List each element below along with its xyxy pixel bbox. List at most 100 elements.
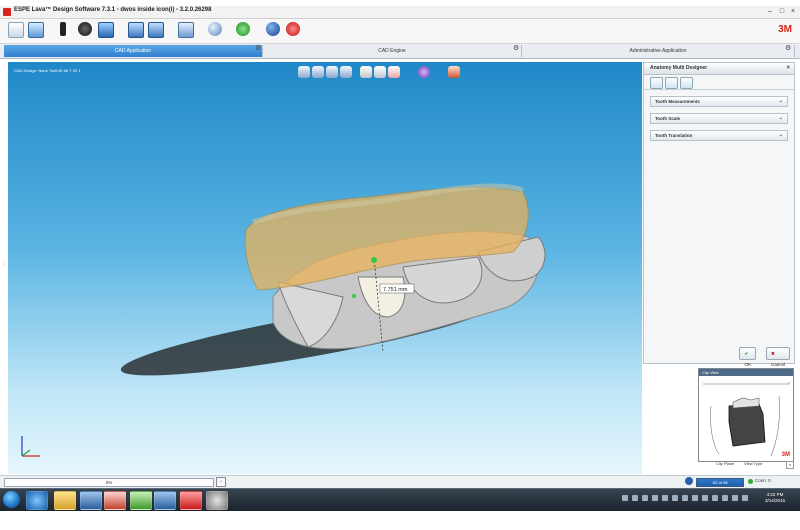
window-title: ESPE Lava™ Design Software 7.3.1 - dwos … [14, 7, 212, 13]
progress-bar: 0% [4, 478, 214, 487]
stop-icon[interactable] [286, 22, 300, 36]
memory-bar: 3G of 85 [696, 478, 744, 487]
connection-status-icon [748, 479, 753, 484]
app-icon [3, 8, 11, 16]
tab-label: CAD Engine [378, 48, 406, 54]
ok-label: OK [744, 362, 751, 367]
section-label: Tooth Translation [655, 133, 693, 138]
refresh-icon[interactable] [236, 22, 250, 36]
tray-icon[interactable] [742, 495, 748, 501]
tray-icon[interactable] [622, 495, 628, 501]
taskbar-folder-icon[interactable] [54, 491, 76, 510]
tab-gear-icon[interactable]: ⚙ [785, 45, 793, 53]
anatomy-tab-icon[interactable] [650, 77, 663, 89]
check-icon: ✔ [744, 351, 749, 356]
monitor-icon[interactable] [98, 22, 114, 38]
tray-icon[interactable] [682, 495, 688, 501]
tab-label: Administrative Application [629, 48, 687, 54]
disc-icon[interactable] [78, 22, 92, 36]
view-type-label[interactable]: View Type [744, 461, 762, 466]
clip-brand-logo: 3M [781, 452, 790, 458]
section-label: Tooth Scale [655, 116, 681, 121]
open-icon[interactable] [28, 22, 44, 38]
tray-icon[interactable] [722, 495, 728, 501]
section-tooth-measurements[interactable]: Tooth Measurements ⌄ [650, 96, 788, 107]
chevron-down-icon: ⌄ [778, 132, 783, 138]
workflow-tabs: CAD Application ⚙ CAD Engine ⚙ Administr… [0, 44, 800, 59]
morph-tab-icon[interactable] [665, 77, 678, 89]
tray-icon[interactable] [652, 495, 658, 501]
dental-model[interactable]: 7.751 mm [8, 62, 642, 474]
tray-icon[interactable] [702, 495, 708, 501]
measurement-point-top[interactable] [371, 257, 377, 263]
clip-plane-label[interactable]: Clip Plane [716, 461, 734, 466]
clip-view-window[interactable]: Clip View 3M [698, 368, 794, 462]
panel-close-button[interactable]: × [786, 63, 790, 74]
screen-icon[interactable] [178, 22, 194, 38]
taskbar-app-red-icon[interactable] [104, 491, 126, 510]
tab-label: CAD Application [114, 48, 152, 54]
status-toggle-icon[interactable]: ▫ [216, 477, 226, 487]
tab-cad-engine[interactable]: CAD Engine [263, 45, 522, 57]
tray-icon[interactable] [692, 495, 698, 501]
cancel-label: Cancel [770, 362, 785, 367]
scanner-icon[interactable] [60, 22, 66, 36]
brand-logo: 3M [778, 24, 792, 35]
bottom-border [0, 511, 800, 530]
chevron-down-icon: ⌄ [778, 98, 783, 104]
edit-icon[interactable] [8, 22, 24, 38]
start-button-icon[interactable] [3, 491, 20, 508]
taskbar-app-gray-icon[interactable] [206, 491, 228, 510]
axis-gizmo [21, 436, 40, 457]
measurement-point-side[interactable] [352, 294, 356, 298]
panel-header: Anatomy Multi Designer × [644, 63, 794, 75]
panel-title: Anatomy Multi Designer [650, 65, 708, 71]
progress-text: 0% [105, 480, 113, 485]
tray-icon[interactable] [672, 495, 678, 501]
clip-view-close-button[interactable]: x [786, 461, 794, 469]
cancel-icon: ✖ [770, 351, 775, 356]
maximize-button[interactable]: □ [777, 7, 787, 16]
section-tooth-scale[interactable]: Tooth Scale ⌄ [650, 113, 788, 124]
tray-icon[interactable] [662, 495, 668, 501]
chevron-down-icon: ⌄ [778, 115, 783, 121]
tray-icon[interactable] [732, 495, 738, 501]
anatomy-panel: Anatomy Multi Designer × Tooth Measureme… [643, 62, 795, 367]
tray-icon[interactable] [642, 495, 648, 501]
minimize-button[interactable]: – [765, 7, 775, 16]
section-tooth-translation[interactable]: Tooth Translation ⌄ [650, 130, 788, 141]
close-button[interactable]: × [788, 7, 798, 16]
taskbar-app-p-icon[interactable] [80, 491, 102, 510]
measurement-label: 7.751 mm [383, 287, 408, 293]
taskbar-3m-icon[interactable] [180, 491, 202, 510]
monitor-settings-icon[interactable] [148, 22, 164, 38]
taskbar-app-green-icon[interactable] [130, 491, 152, 510]
tab-gear-icon[interactable]: ⚙ [513, 45, 521, 53]
3d-viewport[interactable]: CAD Design: None ToothID #8 T 03 1 7.751… [8, 62, 642, 474]
title-bar: ESPE Lava™ Design Software 7.3.1 - dwos … [0, 6, 800, 19]
left-resize-handle[interactable]: ⋮ [1, 260, 6, 272]
info-icon[interactable] [266, 22, 280, 36]
tab-cad-application[interactable]: CAD Application [4, 45, 263, 57]
status-bar: 0% ▫ 3G of 85 Conn: 0 [0, 475, 800, 488]
tray-icon[interactable] [712, 495, 718, 501]
taskbar-ie-icon[interactable] [26, 491, 48, 510]
memory-icon [685, 477, 693, 485]
taskbar-app-p2-icon[interactable] [154, 491, 176, 510]
taskbar-clock[interactable]: 4:22 PM 3/14/2016 [758, 492, 792, 504]
ok-button[interactable]: ✔ OK [739, 347, 756, 367]
monitor-alt-icon[interactable] [128, 22, 144, 38]
memory-text: 3G of 85 [712, 480, 728, 485]
freeform-tab-icon[interactable] [680, 77, 693, 89]
main-toolbar: 3M [0, 19, 800, 44]
tab-administrative-application[interactable]: Administrative Application [522, 45, 795, 57]
cancel-button[interactable]: ✖ Cancel [765, 347, 790, 367]
tray-icon[interactable] [632, 495, 638, 501]
os-taskbar: 4:22 PM 3/14/2016 [0, 488, 800, 511]
link-icon[interactable] [208, 22, 222, 36]
clip-view-title: Clip View [699, 369, 793, 376]
clock-date: 3/14/2016 [764, 498, 786, 503]
section-label: Tooth Measurements [655, 99, 700, 104]
clip-view-controls: Clip Plane View Type [698, 461, 794, 469]
tab-gear-icon[interactable]: ⚙ [255, 45, 263, 53]
